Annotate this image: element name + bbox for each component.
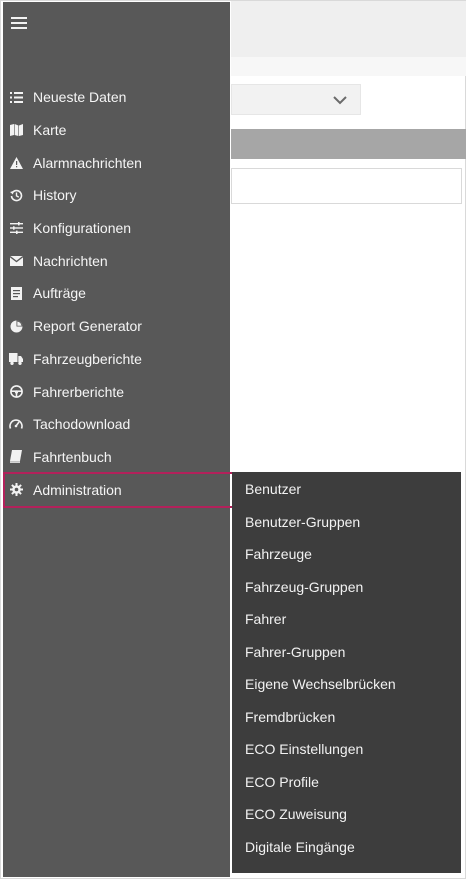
sidebar-item-report-generator[interactable]: Report Generator [3, 310, 230, 343]
sidebar-item-label: Report Generator [33, 318, 142, 335]
submenu-item-fremdbruecken[interactable]: Fremdbrücken [232, 701, 461, 734]
tachometer-icon [9, 417, 23, 431]
submenu-item-fahrzeug-gruppen[interactable]: Fahrzeug-Gruppen [232, 571, 461, 604]
sidebar-item-label: Neueste Daten [33, 89, 127, 106]
warning-icon [9, 156, 23, 170]
sidebar: Neueste Daten Karte Alarmnachrichten His… [3, 2, 230, 877]
sidebar-item-tachodownload[interactable]: Tachodownload [3, 408, 230, 441]
search-input[interactable] [231, 168, 462, 204]
sidebar-item-label: Aufträge [33, 285, 86, 302]
document-icon [9, 286, 23, 300]
sidebar-item-history[interactable]: History [3, 179, 230, 212]
sidebar-item-konfigurationen[interactable]: Konfigurationen [3, 212, 230, 245]
submenu-item-eigene-wechselbruecken[interactable]: Eigene Wechselbrücken [232, 668, 461, 701]
sidebar-item-label: Alarmnachrichten [33, 154, 142, 171]
truck-icon [9, 352, 23, 366]
page-header [231, 1, 466, 57]
book-icon [9, 450, 23, 464]
active-item-highlight [3, 472, 234, 508]
submenu-item-eco-profile[interactable]: ECO Profile [232, 766, 461, 799]
hamburger-icon[interactable] [11, 14, 27, 32]
sidebar-item-label: Fahrerberichte [33, 383, 125, 400]
page-subheader [231, 57, 466, 76]
list-icon [9, 90, 23, 104]
submenu-item-digitale-eingaenge[interactable]: Digitale Eingänge [232, 831, 461, 864]
envelope-icon [9, 254, 23, 268]
administration-submenu: Benutzer Benutzer-Gruppen Fahrzeuge Fahr… [232, 472, 461, 873]
submenu-item-fahrer[interactable]: Fahrer [232, 603, 461, 636]
sidebar-item-karte[interactable]: Karte [3, 114, 230, 147]
sidebar-item-nachrichten[interactable]: Nachrichten [3, 244, 230, 277]
sidebar-item-label: Konfigurationen [33, 220, 132, 237]
sidebar-item-fahrzeugberichte[interactable]: Fahrzeugberichte [3, 343, 230, 376]
sidebar-nav: Neueste Daten Karte Alarmnachrichten His… [3, 81, 230, 506]
submenu-item-benutzer-gruppen[interactable]: Benutzer-Gruppen [232, 506, 461, 539]
submenu-item-eco-zuweisung[interactable]: ECO Zuweisung [232, 798, 461, 831]
steering-wheel-icon [9, 385, 23, 399]
sidebar-item-label: Tachodownload [33, 416, 131, 433]
sidebar-item-auftraege[interactable]: Aufträge [3, 277, 230, 310]
sidebar-item-alarmnachrichten[interactable]: Alarmnachrichten [3, 146, 230, 179]
sidebar-item-label: Fahrzeugberichte [33, 350, 142, 367]
sidebar-item-neueste-daten[interactable]: Neueste Daten [3, 81, 230, 114]
sidebar-item-label: History [33, 187, 77, 204]
history-icon [9, 188, 23, 202]
submenu-item-fahrzeuge[interactable]: Fahrzeuge [232, 538, 461, 571]
submenu-item-fahrer-gruppen[interactable]: Fahrer-Gruppen [232, 636, 461, 669]
sidebar-item-label: Karte [33, 122, 67, 139]
sidebar-item-fahrtenbuch[interactable]: Fahrtenbuch [3, 441, 230, 474]
sidebar-item-label: Nachrichten [33, 252, 108, 269]
sidebar-item-fahrerberichte[interactable]: Fahrerberichte [3, 375, 230, 408]
sidebar-item-label: Fahrtenbuch [33, 448, 112, 465]
map-icon [9, 123, 23, 137]
chevron-down-icon [333, 96, 347, 105]
pie-chart-icon [9, 319, 23, 333]
filter-select[interactable] [231, 84, 361, 115]
toolbar-bar [231, 129, 466, 159]
submenu-item-eco-einstellungen[interactable]: ECO Einstellungen [232, 733, 461, 766]
sliders-icon [9, 221, 23, 235]
submenu-item-benutzer[interactable]: Benutzer [232, 473, 461, 506]
